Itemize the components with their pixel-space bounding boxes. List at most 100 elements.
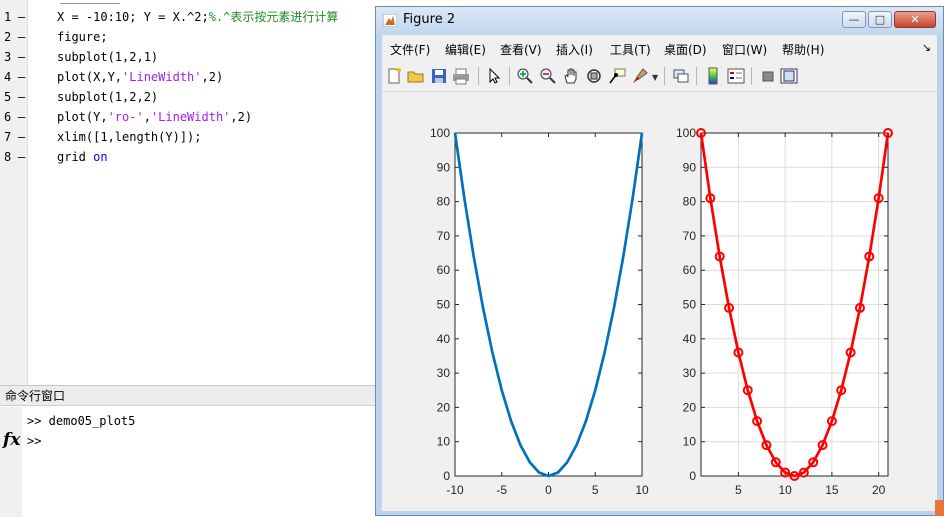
open-file-icon[interactable] <box>407 67 425 85</box>
code-text: xlim([1,length(Y)]); <box>57 127 202 147</box>
x-tick-label: 5 <box>735 483 742 497</box>
line-number: 8 <box>4 150 12 164</box>
rotate-3d-icon[interactable] <box>585 67 603 85</box>
y-tick-label: 30 <box>683 366 697 380</box>
pan-hand-icon[interactable] <box>562 67 580 85</box>
code-line[interactable]: 5– subplot(1,2,2) <box>0 87 376 107</box>
code-token: plot(X,Y, <box>57 70 123 84</box>
select-arrow-icon[interactable] <box>485 67 503 85</box>
menu-desktop[interactable]: 桌面(D) <box>664 41 707 58</box>
line-number: 5 <box>4 90 12 104</box>
code-token: 'LineWidth' <box>122 70 202 84</box>
command-window-title: 命令行窗口 <box>0 386 376 406</box>
line-marker: – <box>18 90 26 104</box>
code-token: %.^表示按元素进行计算 <box>208 10 339 24</box>
code-token: plot(Y, <box>57 110 108 124</box>
y-tick-label: 10 <box>683 435 697 449</box>
save-icon[interactable] <box>430 67 448 85</box>
brush-icon[interactable] <box>631 67 649 85</box>
hide-plot-tools-icon[interactable] <box>759 67 777 85</box>
y-tick-label: 70 <box>437 229 451 243</box>
line-marker: – <box>18 30 26 44</box>
menu-tools[interactable]: 工具(T) <box>610 41 651 58</box>
code-token: subplot(1,2,1) <box>57 50 159 64</box>
y-tick-label: 0 <box>443 469 450 483</box>
y-tick-label: 30 <box>437 366 451 380</box>
figure-canvas[interactable]: -10 -5 0 5 10 0 10 20 30 40 50 60 70 80 90 100 5 10 15 20 0 1… <box>382 92 937 511</box>
code-token: 'ro-' <box>107 110 144 124</box>
x-tick-label: 15 <box>825 483 839 497</box>
maximize-button[interactable]: □ <box>868 11 892 28</box>
zoom-out-icon[interactable] <box>539 67 557 85</box>
menu-insert[interactable]: 插入(I) <box>556 41 593 58</box>
y-tick-label: 40 <box>683 332 697 346</box>
code-token: subplot(1,2,2) <box>57 90 159 104</box>
code-token: xlim([1,length(Y)]); <box>57 130 202 144</box>
figure-menubar: 文件(F) 编辑(E) 查看(V) 插入(I) 工具(T) 桌面(D) 窗口(W… <box>382 35 937 61</box>
menu-file[interactable]: 文件(F) <box>390 41 430 58</box>
line-number: 3 <box>4 50 12 64</box>
y-tick-label: 100 <box>676 126 696 140</box>
close-button[interactable]: ✕ <box>894 11 936 28</box>
line-marker: – <box>18 150 26 164</box>
y-tick-label: 10 <box>437 435 451 449</box>
zoom-in-icon[interactable] <box>516 67 534 85</box>
code-token: 'LineWidth' <box>150 110 231 124</box>
code-token: on <box>93 150 108 164</box>
y-tick-label: 0 <box>689 469 696 483</box>
code-text: grid on <box>57 147 108 167</box>
matlab-logo-icon <box>383 14 397 27</box>
show-plot-tools-icon[interactable] <box>780 67 798 85</box>
link-plot-icon[interactable] <box>672 67 690 85</box>
colorbar-icon[interactable] <box>704 67 722 85</box>
line-marker: – <box>18 110 26 124</box>
figure-title: Figure 2 <box>403 12 456 27</box>
line-number: 1 <box>4 10 12 24</box>
brush-dropdown-icon[interactable]: ▼ <box>652 73 658 82</box>
command-window-gutter <box>0 407 22 517</box>
y-tick-label: 80 <box>437 195 451 209</box>
fx-function-browser-icon[interactable]: fx <box>3 430 20 450</box>
code-line[interactable]: 3– subplot(1,2,1) <box>0 47 376 67</box>
code-line[interactable]: 8– grid on <box>0 147 376 167</box>
background-app-corner <box>935 500 944 516</box>
figure-client-area: 文件(F) 编辑(E) 查看(V) 插入(I) 工具(T) 桌面(D) 窗口(W… <box>382 35 937 511</box>
code-text: subplot(1,2,1) <box>57 47 158 67</box>
y-tick-label: 60 <box>683 263 697 277</box>
new-file-icon[interactable] <box>385 67 403 85</box>
code-token: ,2) <box>201 70 224 84</box>
menu-window[interactable]: 窗口(W) <box>722 41 767 58</box>
data-cursor-icon[interactable] <box>608 67 626 85</box>
plot-canvas[interactable]: -10 -5 0 5 1001020304050607080901005 10 15 2001… <box>382 92 937 511</box>
code-line[interactable]: 6– plot(Y,'ro-','LineWidth',2) <box>0 107 376 127</box>
code-token: figure; <box>57 30 108 44</box>
line-number: 6 <box>4 110 12 124</box>
legend-icon[interactable] <box>727 67 745 85</box>
menu-view[interactable]: 查看(V) <box>500 41 542 58</box>
minimize-button[interactable]: — <box>842 11 866 28</box>
x-tick-label: 5 <box>592 483 599 497</box>
y-tick-label: 90 <box>683 160 697 174</box>
y-tick-label: 80 <box>683 195 697 209</box>
code-text: plot(X,Y,'LineWidth',2) <box>57 67 223 87</box>
line-number: 7 <box>4 130 12 144</box>
x-tick-label: -10 <box>446 483 464 497</box>
command-prompt[interactable]: >> <box>27 434 41 448</box>
code-line[interactable]: 1– X = -10:10; Y = X.^2;%.^表示按元素进行计算 <box>0 7 376 27</box>
code-line[interactable]: 4– plot(X,Y,'LineWidth',2) <box>0 67 376 87</box>
menu-help[interactable]: 帮助(H) <box>782 41 824 58</box>
y-tick-label: 50 <box>683 298 697 312</box>
toolbar-separator <box>664 67 665 85</box>
command-window[interactable]: 命令行窗口 fx >> demo05_plot5 >> <box>0 385 376 517</box>
code-editor[interactable]: 1– X = -10:10; Y = X.^2;%.^表示按元素进行计算 2– fig… <box>0 0 376 385</box>
code-line[interactable]: 2– figure; <box>0 27 376 47</box>
line-marker: – <box>18 10 26 24</box>
menu-edit[interactable]: 编辑(E) <box>445 41 486 58</box>
code-line[interactable]: 7– xlim([1,length(Y)]); <box>0 127 376 147</box>
figure-titlebar[interactable]: Figure 2 — □ ✕ <box>376 7 943 34</box>
y-tick-label: 20 <box>683 400 697 414</box>
line-number: 2 <box>4 30 12 44</box>
menu-overflow-icon[interactable]: ↘ <box>922 41 931 54</box>
figure-window[interactable]: Figure 2 — □ ✕ 文件(F) 编辑(E) 查看(V) 插入(I) 工… <box>375 6 944 516</box>
print-icon[interactable] <box>452 67 470 85</box>
